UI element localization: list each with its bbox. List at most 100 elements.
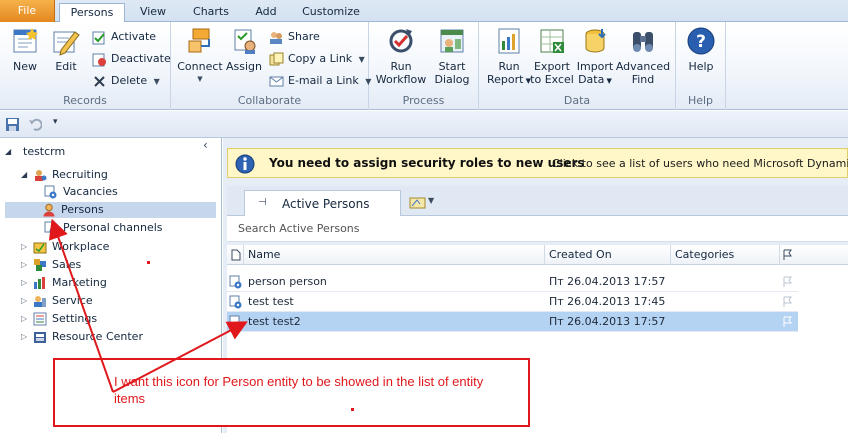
security-roles-notification[interactable]: You need to assign security roles to new… <box>227 148 848 178</box>
export-excel-icon <box>540 29 564 53</box>
help-button[interactable]: ? Help <box>682 26 720 73</box>
row-name[interactable]: test test <box>248 292 294 312</box>
nav-root-label: testcrm <box>23 145 66 158</box>
recruiting-icon <box>35 170 47 181</box>
start-dialog-label-2: Dialog <box>434 73 470 86</box>
help-label: Help <box>688 60 714 73</box>
collapsed-triangle-icon[interactable]: ▷ <box>21 256 27 274</box>
run-workflow-button[interactable]: Run Workflow <box>374 26 428 86</box>
column-header-created-on[interactable]: Created On <box>545 245 671 265</box>
collapsed-triangle-icon[interactable]: ▷ <box>21 310 27 328</box>
nav-personal-channels-label: Personal channels <box>63 221 163 234</box>
connect-icon <box>188 28 210 53</box>
svg-text:?: ? <box>696 32 706 52</box>
import-data-button[interactable]: Import Data ▼ <box>575 26 615 88</box>
notification-link[interactable]: Click to see a list of users who need Mi… <box>552 157 848 170</box>
save-icon[interactable] <box>5 117 20 132</box>
resource-center-icon <box>34 332 46 343</box>
edit-button[interactable]: Edit <box>48 26 84 73</box>
table-row[interactable]: test test Пт 26.04.2013 17:45 <box>227 292 798 312</box>
table-row[interactable]: person person Пт 26.04.2013 17:57 <box>227 272 798 292</box>
view-selector-dropdown-arrow[interactable]: ▼ <box>428 196 434 205</box>
table-row-selected[interactable]: test test2 Пт 26.04.2013 17:57 <box>227 312 798 332</box>
collaborate-group: Connect ▼ Assign Share Copy a Link ▼ E-m… <box>171 22 371 110</box>
nav-vacancies-label: Vacancies <box>63 185 118 198</box>
collapse-nav-chevron-icon[interactable]: ‹ <box>203 138 208 152</box>
collapsed-triangle-icon[interactable]: ▷ <box>21 328 27 346</box>
deactivate-label: Deactivate <box>111 52 171 65</box>
grid-header: Name Created On Categories <box>227 245 848 265</box>
expanded-triangle-icon[interactable]: ◢ <box>5 143 11 161</box>
column-header-name[interactable]: Name <box>244 245 545 265</box>
data-group: Run Report ▼ Export to Excel Import Data… <box>479 22 676 110</box>
tab-add[interactable]: Add <box>249 3 283 22</box>
search-placeholder: Search Active Persons <box>238 222 360 235</box>
column-header-flag[interactable] <box>780 245 798 265</box>
run-report-button[interactable]: Run Report ▼ <box>484 26 534 88</box>
tab-active-persons[interactable]: ⊣ Active Persons <box>244 190 401 217</box>
import-data-label-1: Import <box>576 60 614 73</box>
row-flag-icon[interactable] <box>782 316 794 328</box>
workplace-icon <box>33 242 47 254</box>
pin-icon[interactable]: ⊣ <box>258 197 267 208</box>
assign-label: Assign <box>226 60 262 73</box>
connect-dropdown-arrow[interactable]: ▼ <box>176 73 224 86</box>
active-view-label: Active Persons <box>282 197 370 211</box>
activate-button[interactable]: Activate <box>91 27 156 47</box>
advanced-find-button[interactable]: Advanced Find <box>615 26 671 86</box>
email-link-button[interactable]: E-mail a Link ▼ <box>268 71 371 91</box>
deactivate-button[interactable]: Deactivate <box>91 49 171 69</box>
tab-charts[interactable]: Charts <box>187 3 235 22</box>
share-icon <box>270 32 282 44</box>
document-icon <box>231 249 241 261</box>
select-all-checkbox-column[interactable] <box>227 245 244 265</box>
undo-icon[interactable] <box>28 117 42 131</box>
help-group: ? Help Help <box>676 22 726 110</box>
tab-view[interactable]: View <box>133 3 173 22</box>
connect-button[interactable]: Connect ▼ <box>176 26 224 86</box>
view-selector-icon <box>409 197 426 209</box>
activate-label: Activate <box>111 30 157 43</box>
tab-file[interactable]: File <box>0 0 55 22</box>
activate-icon <box>92 31 105 45</box>
row-flag-icon[interactable] <box>782 296 794 308</box>
collapsed-triangle-icon[interactable]: ▷ <box>21 274 27 292</box>
tab-persons[interactable]: Persons <box>59 3 125 23</box>
person-icon <box>43 203 55 217</box>
tab-customize[interactable]: Customize <box>298 3 364 22</box>
delete-dropdown-arrow[interactable]: ▼ <box>154 77 160 86</box>
view-tabs: ⊣ Active Persons ▼ <box>227 186 848 217</box>
row-created-on: Пт 26.04.2013 17:57 <box>549 275 666 288</box>
copy-link-button[interactable]: Copy a Link ▼ <box>268 49 365 69</box>
process-group-label: Process <box>402 94 445 107</box>
assign-button[interactable]: Assign <box>225 26 263 73</box>
delete-button[interactable]: Delete ▼ <box>91 71 160 91</box>
qat-customize-dropdown[interactable]: ▾ <box>53 117 58 127</box>
row-flag-icon[interactable] <box>782 276 794 288</box>
service-icon <box>34 296 46 307</box>
collapsed-triangle-icon[interactable]: ▷ <box>21 238 27 256</box>
export-to-excel-button[interactable]: Export to Excel <box>530 26 574 86</box>
share-button[interactable]: Share <box>268 27 320 47</box>
copy-link-icon <box>269 52 284 66</box>
copy-link-dropdown-arrow[interactable]: ▼ <box>359 55 365 64</box>
import-data-dropdown-arrow[interactable]: ▼ <box>604 77 612 85</box>
deactivate-icon <box>92 53 106 67</box>
vacancy-gear-icon <box>44 185 57 199</box>
run-report-icon <box>498 28 520 54</box>
new-button[interactable]: New <box>6 26 44 73</box>
column-header-categories[interactable]: Categories <box>671 245 780 265</box>
expanded-triangle-icon[interactable]: ◢ <box>21 166 27 184</box>
start-dialog-button[interactable]: Start Dialog <box>431 26 473 86</box>
view-selector-button[interactable]: ▼ <box>408 192 439 213</box>
nav-sales-label: Sales <box>52 258 82 271</box>
row-name[interactable]: person person <box>248 272 327 292</box>
collapsed-triangle-icon[interactable]: ▷ <box>21 292 27 310</box>
record-gear-icon <box>229 295 242 309</box>
row-created-on: Пт 26.04.2013 17:45 <box>549 295 666 308</box>
row-name[interactable]: test test2 <box>248 312 301 332</box>
search-bar[interactable]: Search Active Persons <box>227 216 848 242</box>
marketing-icon <box>34 277 45 289</box>
data-group-label: Data <box>563 94 591 107</box>
annotation-callout-box: I want this icon for Person entity to be… <box>53 358 530 427</box>
